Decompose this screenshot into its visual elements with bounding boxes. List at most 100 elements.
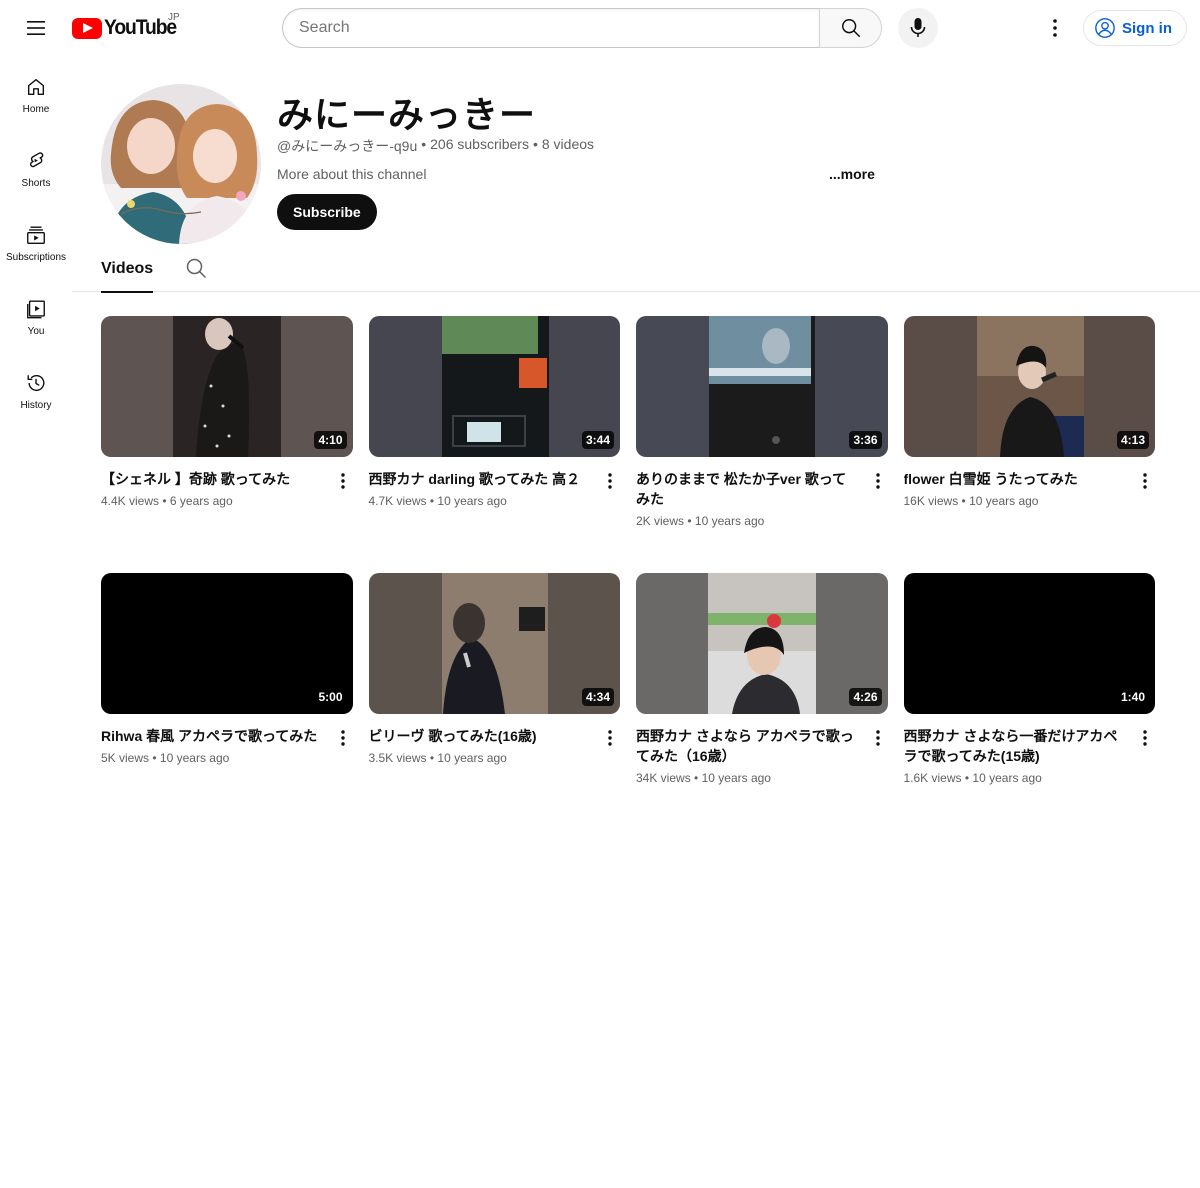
video-meta: 1.6K views • 10 years ago — [904, 770, 1156, 786]
video-duration: 4:10 — [314, 431, 347, 449]
video-grid: 4:10 【シェネル 】奇跡 歌ってみた 4.4K views • 6 year… — [101, 316, 1155, 790]
video-card: 3:36 ありのままで 松たか子ver 歌ってみた 2K views • 10 … — [636, 316, 888, 533]
settings-button[interactable] — [1035, 8, 1075, 48]
video-thumbnail[interactable]: 3:36 — [636, 316, 888, 457]
channel-about-link[interactable]: More about this channel — [277, 166, 426, 182]
channel-search-button[interactable] — [184, 256, 208, 280]
video-title[interactable]: 【シェネル 】奇跡 歌ってみた — [101, 469, 353, 489]
video-title[interactable]: Rihwa 春風 アカペラで歌ってみた — [101, 726, 353, 746]
sign-in-button[interactable]: Sign in — [1083, 10, 1187, 46]
voice-search-button[interactable] — [898, 8, 938, 48]
meta-separator: • — [964, 771, 970, 785]
logo-text: YouTube — [104, 16, 177, 39]
more-vertical-icon — [340, 730, 345, 746]
guide-item-subscriptions[interactable]: Subscriptions — [0, 204, 72, 278]
video-duration: 1:40 — [1116, 688, 1149, 706]
tab-videos[interactable]: Videos — [101, 246, 154, 293]
video-menu-button[interactable] — [333, 726, 353, 750]
video-duration: 5:00 — [314, 688, 347, 706]
video-title[interactable]: 西野カナ さよなら アカペラで歌ってみた（16歳） — [636, 726, 888, 766]
search-button[interactable] — [819, 8, 882, 48]
more-vertical-icon — [608, 473, 612, 489]
video-details: 西野カナ さよなら アカペラで歌ってみた（16歳） 34K views • 10… — [636, 714, 888, 786]
video-title[interactable]: 西野カナ darling 歌ってみた 高２ — [369, 469, 621, 489]
video-title[interactable]: flower 白雪姫 うたってみた — [904, 469, 1156, 489]
youtube-logo[interactable]: YouTube JP — [72, 12, 182, 40]
channel-tabs: Videos — [72, 246, 1200, 293]
channel-meta: @みにーみっきー-q9u • 206 subscribers • 8 video… — [277, 136, 594, 156]
more-vertical-icon — [1143, 730, 1147, 746]
sign-in-label: Sign in — [1122, 19, 1172, 37]
meta-separator: • — [694, 771, 699, 785]
subscriber-count: 206 subscribers — [430, 136, 529, 152]
search-input[interactable] — [299, 19, 819, 37]
video-thumbnail[interactable]: 4:34 — [368, 573, 620, 714]
menu-icon[interactable] — [16, 8, 56, 48]
video-title[interactable]: ありのままで 松たか子ver 歌ってみた — [636, 469, 888, 509]
video-menu-button[interactable] — [1135, 726, 1155, 750]
video-duration: 4:34 — [581, 688, 614, 706]
video-thumbnail[interactable]: 3:44 — [368, 316, 620, 457]
search-icon — [841, 19, 860, 37]
view-count: 34K views — [636, 771, 691, 785]
youtube-play-icon — [72, 17, 102, 39]
country-code: JP — [168, 12, 180, 23]
guide-sidebar: Home Shorts Subscriptions You History — [0, 56, 72, 426]
video-menu-button[interactable] — [868, 726, 888, 750]
video-menu-button[interactable] — [600, 469, 620, 493]
video-thumbnail[interactable]: 1:40 — [903, 573, 1155, 714]
meta-separator: • — [421, 136, 427, 152]
view-count: 4.7K views — [368, 494, 427, 508]
video-card: 3:44 西野カナ darling 歌ってみた 高２ 4.7K views • … — [368, 316, 621, 533]
video-menu-button[interactable] — [600, 726, 620, 750]
meta-separator: • — [429, 751, 435, 765]
view-count: 4.4K views — [101, 494, 160, 508]
view-count: 1.6K views — [903, 771, 962, 785]
meta-separator: • — [687, 514, 692, 528]
guide-item-shorts[interactable]: Shorts — [0, 130, 72, 204]
video-meta: 2K views • 10 years ago — [636, 513, 888, 529]
upload-age: 10 years ago — [694, 514, 765, 528]
video-menu-button[interactable] — [1135, 469, 1155, 493]
meta-separator: • — [961, 494, 966, 508]
view-count: 5K views — [101, 751, 150, 765]
search-icon — [186, 258, 206, 278]
upload-age: 10 years ago — [437, 494, 507, 508]
more-vertical-icon — [608, 730, 612, 746]
video-meta: 16K views • 10 years ago — [904, 493, 1156, 509]
guide-label-shorts: Shorts — [21, 178, 51, 189]
guide-item-history[interactable]: History — [0, 352, 72, 426]
guide-item-you[interactable]: You — [0, 278, 72, 352]
more-vertical-icon — [340, 473, 345, 489]
channel-avatar[interactable] — [101, 84, 261, 244]
upload-age: 6 years ago — [169, 494, 233, 508]
video-thumbnail[interactable]: 5:00 — [101, 573, 353, 714]
video-card: 4:34 ビリーヴ 歌ってみた(16歳) 3.5K views • 10 yea… — [368, 573, 621, 790]
guide-label-subscriptions: Subscriptions — [5, 252, 67, 263]
meta-separator: • — [532, 136, 538, 152]
video-title[interactable]: 西野カナ さよなら一番だけアカペラで歌ってみた(15歳) — [904, 726, 1156, 766]
view-count: 3.5K views — [368, 751, 427, 765]
video-thumbnail[interactable]: 4:26 — [636, 573, 888, 714]
video-menu-button[interactable] — [868, 469, 888, 493]
home-icon — [27, 78, 45, 96]
video-title[interactable]: ビリーヴ 歌ってみた(16歳) — [369, 726, 621, 746]
upload-age: 10 years ago — [969, 494, 1039, 508]
more-vertical-icon — [875, 730, 880, 746]
video-details: 西野カナ darling 歌ってみた 高２ 4.7K views • 10 ye… — [369, 457, 621, 509]
video-meta: 4.7K views • 10 years ago — [369, 493, 621, 509]
video-thumbnail[interactable]: 4:13 — [903, 316, 1155, 457]
subscribe-button[interactable]: Subscribe — [277, 194, 377, 230]
guide-label-history: History — [20, 400, 52, 411]
video-details: flower 白雪姫 うたってみた 16K views • 10 years a… — [904, 457, 1156, 509]
meta-separator: • — [162, 494, 167, 508]
video-count: 8 videos — [541, 136, 595, 152]
video-thumbnail[interactable]: 4:10 — [101, 316, 353, 457]
shorts-icon — [29, 152, 44, 168]
guide-label-you: You — [27, 326, 45, 337]
upload-age: 10 years ago — [701, 771, 771, 785]
channel-more-link[interactable]: ...more — [829, 166, 875, 182]
guide-item-home[interactable]: Home — [0, 56, 72, 130]
video-details: 【シェネル 】奇跡 歌ってみた 4.4K views • 6 years ago — [101, 457, 353, 509]
video-menu-button[interactable] — [333, 469, 353, 493]
